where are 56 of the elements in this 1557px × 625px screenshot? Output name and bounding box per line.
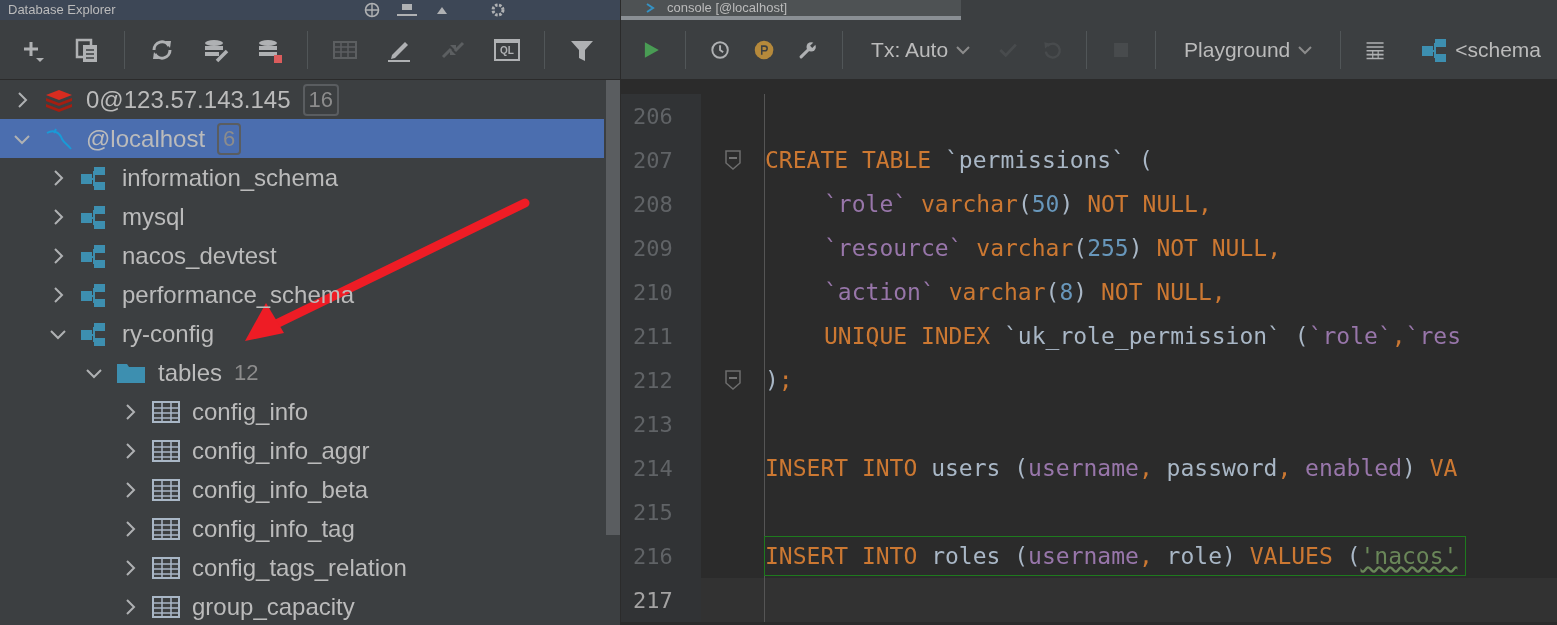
tree-row[interactable]: nacos_devtest <box>0 236 604 275</box>
code-line: `role` varchar(50) NOT NULL, <box>823 189 1213 219</box>
node-label: information_schema <box>122 162 339 193</box>
tree-row[interactable]: config_info <box>0 392 604 431</box>
schema-icon <box>1421 36 1448 63</box>
tree-row[interactable]: tables 12 <box>0 353 604 392</box>
caret-icon <box>956 44 971 55</box>
code-line: INSERT INTO users (username, password, enabled) VA <box>764 453 1459 483</box>
node-label: tables <box>158 357 223 388</box>
fold-marker-icon[interactable] <box>723 369 742 391</box>
panel-title: Database Explorer <box>8 1 117 20</box>
node-label: group_capacity <box>192 591 355 622</box>
node-label: 0@123.57.143.145 <box>86 84 291 115</box>
collapse-icon[interactable] <box>396 2 418 18</box>
tree-row[interactable]: mysql <box>0 197 604 236</box>
tree-row[interactable]: config_info_tag <box>0 509 604 548</box>
table-icon <box>152 516 180 541</box>
tree-row[interactable]: information_schema <box>0 158 604 197</box>
node-label: config_info_beta <box>192 474 369 505</box>
caret-icon <box>1298 44 1313 55</box>
table-icon <box>152 399 180 424</box>
node-label: mysql <box>122 201 185 232</box>
tree-row[interactable]: group_capacity <box>0 587 604 625</box>
tree-row[interactable]: config_info_beta <box>0 470 604 509</box>
item-count: 12 <box>234 359 259 387</box>
table-icon <box>152 594 180 619</box>
code-line: ); <box>764 365 794 395</box>
node-label: config_tags_relation <box>192 552 407 583</box>
dropdown[interactable]: Playground <box>1176 33 1321 66</box>
code-line: CREATE TABLE `permissions` ( <box>764 145 1154 175</box>
dropdown[interactable]: Tx: Auto <box>863 33 979 66</box>
count-badge: 6 <box>217 122 242 155</box>
tree-row[interactable]: ry-config <box>0 314 604 353</box>
node-label: config_info_tag <box>192 513 355 544</box>
node-label: ry-config <box>122 318 215 349</box>
schema-selector[interactable]: <schema <box>1405 33 1541 66</box>
globe-icon[interactable] <box>364 2 380 18</box>
tree-row[interactable]: 0@123.57.143.145 16 <box>0 80 604 119</box>
count-badge: 16 <box>302 83 340 116</box>
table-icon <box>152 438 180 463</box>
code-line: `action` varchar(8) NOT NULL, <box>823 277 1227 307</box>
tree-row[interactable]: config_info_aggr <box>0 431 604 470</box>
query-console-button[interactable]: QL <box>494 38 520 61</box>
editor-tab[interactable]: console [@localhost] <box>621 0 961 20</box>
node-label: nacos_devtest <box>122 240 277 271</box>
scrollbar[interactable] <box>606 80 620 535</box>
table-icon <box>152 477 180 502</box>
code-line: `resource` varchar(255) NOT NULL, <box>823 233 1282 263</box>
tree-row[interactable]: config_tags_relation <box>0 548 604 587</box>
table-icon <box>152 555 180 580</box>
copy-icon[interactable] <box>74 36 100 63</box>
node-label: config_info_aggr <box>192 435 370 466</box>
node-label: @localhost <box>86 123 206 154</box>
fold-marker-icon[interactable] <box>723 149 742 171</box>
node-label: config_info <box>192 396 309 427</box>
code-line: UNIQUE INDEX `uk_role_permission` (`role`,`res <box>823 321 1462 352</box>
